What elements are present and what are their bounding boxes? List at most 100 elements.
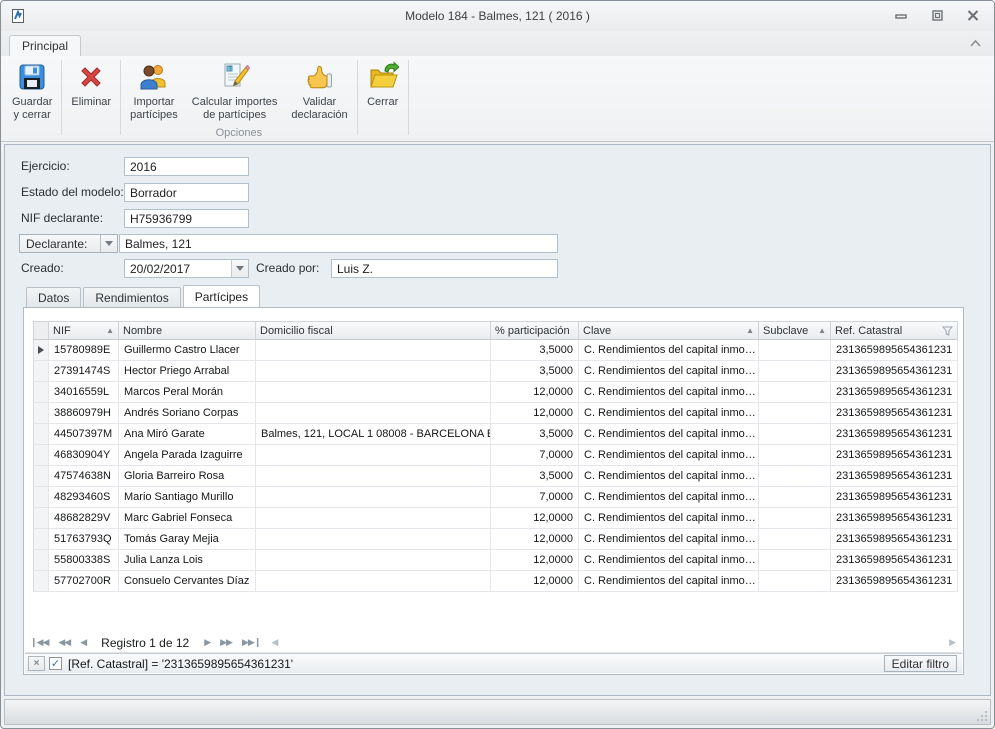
- cell-nif[interactable]: 48682829V: [49, 508, 119, 529]
- hscroll-right-arrow[interactable]: ▶: [943, 637, 962, 648]
- tab-rendimientos[interactable]: Rendimientos: [83, 287, 180, 307]
- minimize-button[interactable]: [890, 7, 912, 24]
- cell-pct[interactable]: 12,0000: [491, 403, 579, 424]
- cell-nif[interactable]: 34016559L: [49, 382, 119, 403]
- cell-pct[interactable]: 7,0000: [491, 487, 579, 508]
- cell-pct[interactable]: 12,0000: [491, 508, 579, 529]
- cell-subclave[interactable]: [759, 424, 831, 445]
- prev-page-button[interactable]: ◀◀: [53, 637, 75, 648]
- cell-ref[interactable]: 2313659895654361231: [831, 382, 958, 403]
- cell-nombre[interactable]: Mario Santiago Murillo: [119, 487, 256, 508]
- cell-nif[interactable]: 51763793Q: [49, 529, 119, 550]
- column-header-ref[interactable]: Ref. Catastral: [831, 321, 958, 340]
- first-record-button[interactable]: ❙◀◀: [25, 637, 53, 648]
- cell-nif[interactable]: 38860979H: [49, 403, 119, 424]
- cell-subclave[interactable]: [759, 445, 831, 466]
- cell-domicilio[interactable]: [256, 487, 491, 508]
- cell-pct[interactable]: 3,5000: [491, 361, 579, 382]
- cell-domicilio[interactable]: [256, 529, 491, 550]
- ejercicio-field[interactable]: 2016: [124, 157, 249, 176]
- row-indicator[interactable]: [33, 529, 49, 550]
- cell-clave[interactable]: C. Rendimientos del capital inmo…: [579, 508, 759, 529]
- cell-subclave[interactable]: [759, 340, 831, 361]
- cell-pct[interactable]: 3,5000: [491, 340, 579, 361]
- cell-pct[interactable]: 3,5000: [491, 424, 579, 445]
- row-indicator[interactable]: [33, 571, 49, 592]
- chevron-down-icon[interactable]: [231, 260, 248, 277]
- row-indicator[interactable]: [33, 466, 49, 487]
- declarante-selector[interactable]: Declarante:: [19, 234, 118, 253]
- cell-domicilio[interactable]: [256, 445, 491, 466]
- cell-ref[interactable]: 2313659895654361231: [831, 403, 958, 424]
- column-header-nif[interactable]: NIF▲: [49, 321, 119, 340]
- calcular-importes-button[interactable]: T Calcular importes de partícipes: [185, 56, 285, 127]
- cell-pct[interactable]: 3,5000: [491, 466, 579, 487]
- cell-domicilio[interactable]: [256, 382, 491, 403]
- cell-subclave[interactable]: [759, 529, 831, 550]
- row-indicator[interactable]: [33, 550, 49, 571]
- hscroll-left-arrow[interactable]: ◀: [265, 637, 284, 648]
- close-button[interactable]: [962, 7, 984, 24]
- cell-clave[interactable]: C. Rendimientos del capital inmo…: [579, 445, 759, 466]
- row-indicator[interactable]: [33, 487, 49, 508]
- table-row[interactable]: 44507397MAna Miró GarateBalmes, 121, LOC…: [33, 424, 958, 445]
- cell-subclave[interactable]: [759, 508, 831, 529]
- clear-filter-button[interactable]: ×: [28, 656, 45, 671]
- cell-ref[interactable]: 2313659895654361231: [831, 466, 958, 487]
- row-indicator[interactable]: [33, 382, 49, 403]
- cell-ref[interactable]: 2313659895654361231: [831, 340, 958, 361]
- tab-datos[interactable]: Datos: [26, 287, 81, 307]
- restore-button[interactable]: [926, 7, 948, 24]
- table-row[interactable]: 51763793QTomás Garay Mejia12,0000C. Rend…: [33, 529, 958, 550]
- validar-declaracion-button[interactable]: Validar declaración: [284, 56, 354, 127]
- cell-clave[interactable]: C. Rendimientos del capital inmo…: [579, 571, 759, 592]
- table-row[interactable]: 47574638NGloria Barreiro Rosa3,5000C. Re…: [33, 466, 958, 487]
- cell-domicilio[interactable]: [256, 340, 491, 361]
- cell-ref[interactable]: 2313659895654361231: [831, 571, 958, 592]
- table-row[interactable]: 15780989EGuillermo Castro Llacer3,5000C.…: [33, 340, 958, 361]
- column-header-nombre[interactable]: Nombre: [119, 321, 256, 340]
- collapse-ribbon-icon[interactable]: [969, 35, 982, 53]
- cell-clave[interactable]: C. Rendimientos del capital inmo…: [579, 424, 759, 445]
- cell-nombre[interactable]: Andrés Soriano Corpas: [119, 403, 256, 424]
- cell-ref[interactable]: 2313659895654361231: [831, 445, 958, 466]
- next-page-button[interactable]: ▶▶: [215, 637, 237, 648]
- tab-principal[interactable]: Principal: [9, 35, 81, 56]
- last-record-button[interactable]: ▶▶❙: [237, 637, 265, 648]
- cell-clave[interactable]: C. Rendimientos del capital inmo…: [579, 529, 759, 550]
- row-indicator[interactable]: [33, 445, 49, 466]
- cell-clave[interactable]: C. Rendimientos del capital inmo…: [579, 487, 759, 508]
- cell-nif[interactable]: 55800338S: [49, 550, 119, 571]
- resize-grip[interactable]: [976, 710, 988, 722]
- cell-ref[interactable]: 2313659895654361231: [831, 508, 958, 529]
- cell-clave[interactable]: C. Rendimientos del capital inmo…: [579, 403, 759, 424]
- cell-nombre[interactable]: Julia Lanza Lois: [119, 550, 256, 571]
- cell-subclave[interactable]: [759, 487, 831, 508]
- cell-clave[interactable]: C. Rendimientos del capital inmo…: [579, 466, 759, 487]
- cerrar-button[interactable]: Cerrar: [360, 56, 406, 141]
- cell-nombre[interactable]: Hector Priego Arrabal: [119, 361, 256, 382]
- row-indicator[interactable]: [33, 361, 49, 382]
- cell-nif[interactable]: 44507397M: [49, 424, 119, 445]
- cell-subclave[interactable]: [759, 382, 831, 403]
- filter-enabled-checkbox[interactable]: ✓: [49, 657, 62, 670]
- row-indicator[interactable]: [33, 508, 49, 529]
- cell-nif[interactable]: 15780989E: [49, 340, 119, 361]
- table-row[interactable]: 48293460SMario Santiago Murillo7,0000C. …: [33, 487, 958, 508]
- table-row[interactable]: 27391474SHector Priego Arrabal3,5000C. R…: [33, 361, 958, 382]
- creado-date-field[interactable]: 20/02/2017: [124, 259, 249, 278]
- cell-nombre[interactable]: Marcos Peral Morán: [119, 382, 256, 403]
- row-indicator[interactable]: [33, 424, 49, 445]
- cell-nif[interactable]: 47574638N: [49, 466, 119, 487]
- row-indicator[interactable]: [33, 403, 49, 424]
- cell-nombre[interactable]: Angela Parada Izaguirre: [119, 445, 256, 466]
- cell-nombre[interactable]: Consuelo Cervantes Díaz: [119, 571, 256, 592]
- table-row[interactable]: 46830904YAngela Parada Izaguirre7,0000C.…: [33, 445, 958, 466]
- cell-pct[interactable]: 12,0000: [491, 382, 579, 403]
- cell-nif[interactable]: 27391474S: [49, 361, 119, 382]
- cell-domicilio[interactable]: [256, 508, 491, 529]
- creado-por-field[interactable]: Luis Z.: [331, 259, 558, 278]
- table-row[interactable]: 55800338SJulia Lanza Lois12,0000C. Rendi…: [33, 550, 958, 571]
- table-row[interactable]: 57702700RConsuelo Cervantes Díaz12,0000C…: [33, 571, 958, 592]
- filter-funnel-icon[interactable]: [942, 326, 953, 336]
